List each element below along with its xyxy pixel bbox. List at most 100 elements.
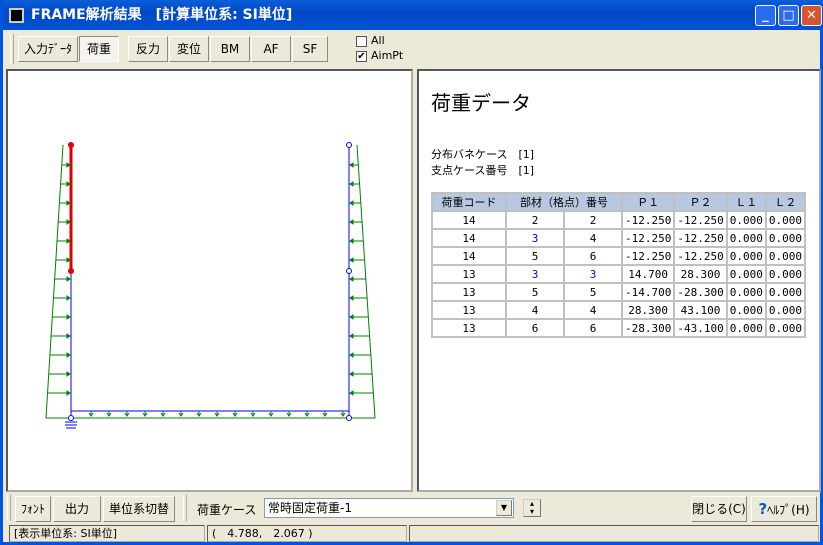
col-l2: Ｌ２ <box>764 192 806 212</box>
node[interactable] <box>68 268 74 274</box>
spin-button[interactable]: ▴ ▾ <box>523 499 541 517</box>
all-checkbox[interactable]: All <box>356 34 385 47</box>
node[interactable] <box>346 142 352 148</box>
maximize-button[interactable]: □ <box>778 5 799 26</box>
grip[interactable] <box>7 495 11 521</box>
support-case: 支点ケース番号 [1] <box>431 164 535 177</box>
sf-button[interactable]: SF <box>292 36 328 62</box>
arrow-head-icon <box>349 238 354 244</box>
table-row: 13 6 6 -28.300 -43.100 0.000 0.000 <box>431 318 806 338</box>
arrow-head-icon <box>349 257 354 263</box>
table-cell: 3 <box>505 264 565 284</box>
status-coords: ( 4.788, 2.067 ) <box>207 525 407 542</box>
load-table: 荷重コード 部材（格点）番号 Ｐ１ Ｐ２ Ｌ１ Ｌ２ 14 2 2 -12.250 -12.250… <box>431 192 806 338</box>
aimpt-checkbox-box[interactable]: ✔ <box>356 50 367 62</box>
col-p2: Ｐ２ <box>673 192 728 212</box>
aimpt-checkbox[interactable]: ✔ AimPt <box>356 49 403 62</box>
arrow-head-icon <box>66 295 71 301</box>
af-button[interactable]: AF <box>251 36 291 62</box>
table-cell: 4 <box>563 228 623 248</box>
table-cell: 13 <box>431 300 507 320</box>
col-member-no: 部材（格点）番号 <box>505 192 623 212</box>
table-cell: 6 <box>563 318 623 338</box>
load-arrow <box>106 411 112 417</box>
load-arrow <box>196 411 202 417</box>
arrow-head-icon <box>349 181 354 187</box>
table-cell: 0.000 <box>764 246 806 266</box>
input-data-button[interactable]: 入力ﾃﾞｰﾀ <box>18 36 78 62</box>
all-label: All <box>371 34 385 47</box>
table-cell: 0.000 <box>725 282 767 302</box>
table-row: 14 5 6 -12.250 -12.250 0.000 0.000 <box>431 246 806 266</box>
node[interactable] <box>68 142 74 148</box>
dropdown-arrow-icon[interactable]: ▼ <box>496 500 512 516</box>
table-row: 13 5 5 -14.700 -28.300 0.000 0.000 <box>431 282 806 302</box>
load-case-select[interactable]: 常時固定荷重-1 ▼ <box>264 498 514 518</box>
load-button[interactable]: 荷重 <box>79 36 119 62</box>
table-cell: 3 <box>563 264 623 284</box>
load-arrow <box>304 411 310 417</box>
load-arrow <box>250 411 256 417</box>
table-cell: -12.250 <box>620 228 676 248</box>
arrow-head-icon <box>66 390 71 396</box>
arrow-head-icon <box>66 314 71 320</box>
help-label: ﾍﾙﾌﾟ(H) <box>767 503 810 517</box>
app-icon <box>9 8 24 23</box>
help-icon: ? <box>758 500 768 518</box>
arrow-head-icon <box>349 219 354 225</box>
table-cell: 43.100 <box>673 300 728 320</box>
table-cell: 13 <box>431 264 507 284</box>
table-cell: 0.000 <box>725 300 767 320</box>
table-cell: 13 <box>431 318 507 338</box>
minimize-button[interactable]: _ <box>755 5 776 26</box>
report-heading: 荷重データ <box>431 91 531 115</box>
load-arrow <box>322 411 328 417</box>
bm-button[interactable]: BM <box>210 36 250 62</box>
window-title: FRAME解析結果 [計算単位系: SI単位] <box>31 7 293 23</box>
col-l1: Ｌ１ <box>725 192 767 212</box>
support-node[interactable] <box>68 415 74 421</box>
table-row: 13 3 3 14.700 28.300 0.000 0.000 <box>431 264 806 284</box>
table-cell: 5 <box>505 282 565 302</box>
table-cell: 2 <box>505 210 565 230</box>
load-arrow <box>88 411 94 417</box>
load-distribution-outline <box>45 144 376 419</box>
table-cell: -12.250 <box>673 246 728 266</box>
toolbar: 入力ﾃﾞｰﾀ 荷重 反力 変位 BM AF SF All ✔ AimPt <box>6 30 820 68</box>
table-cell: 0.000 <box>764 210 806 230</box>
table-cell: 2 <box>563 210 623 230</box>
load-arrow <box>160 411 166 417</box>
close-button[interactable]: 閉じる(C) <box>691 496 747 522</box>
load-arrow <box>286 411 292 417</box>
toolbar-grip[interactable] <box>10 34 14 64</box>
arrow-head-icon <box>349 352 354 358</box>
node[interactable] <box>346 268 352 274</box>
load-arrows <box>47 162 374 417</box>
reaction-button[interactable]: 反力 <box>128 36 168 62</box>
displacement-button[interactable]: 変位 <box>169 36 209 62</box>
node[interactable] <box>346 415 352 421</box>
table-cell: 14 <box>431 210 507 230</box>
table-cell: 0.000 <box>764 282 806 302</box>
output-button[interactable]: 出力 <box>53 496 101 522</box>
font-button[interactable]: ﾌｫﾝﾄ <box>15 496 51 522</box>
arrow-head-icon <box>66 276 71 282</box>
close-window-button[interactable]: ✕ <box>801 5 822 26</box>
grip[interactable] <box>183 495 187 521</box>
help-button[interactable]: ?ﾍﾙﾌﾟ(H) <box>751 496 817 522</box>
bottom-toolbar: ﾌｫﾝﾄ 出力 単位系切替 荷重ケース 常時固定荷重-1 ▼ ▴ ▾ 閉じる(C) … <box>3 493 820 523</box>
table-cell: -12.250 <box>620 246 676 266</box>
unit-switch-button[interactable]: 単位系切替 <box>103 496 175 522</box>
table-cell: 28.300 <box>620 300 676 320</box>
all-checkbox-box[interactable] <box>356 35 367 47</box>
table-row: 13 4 4 28.300 43.100 0.000 0.000 <box>431 300 806 320</box>
col-load-code: 荷重コード <box>431 192 507 212</box>
status-empty <box>409 525 819 542</box>
table-cell: 14.700 <box>620 264 676 284</box>
spring-support-icon <box>65 421 77 429</box>
table-cell: 3 <box>505 228 565 248</box>
load-arrow <box>340 411 346 417</box>
frame-diagram-panel[interactable] <box>6 69 413 492</box>
arrow-head-icon <box>349 333 354 339</box>
load-arrow <box>124 411 130 417</box>
